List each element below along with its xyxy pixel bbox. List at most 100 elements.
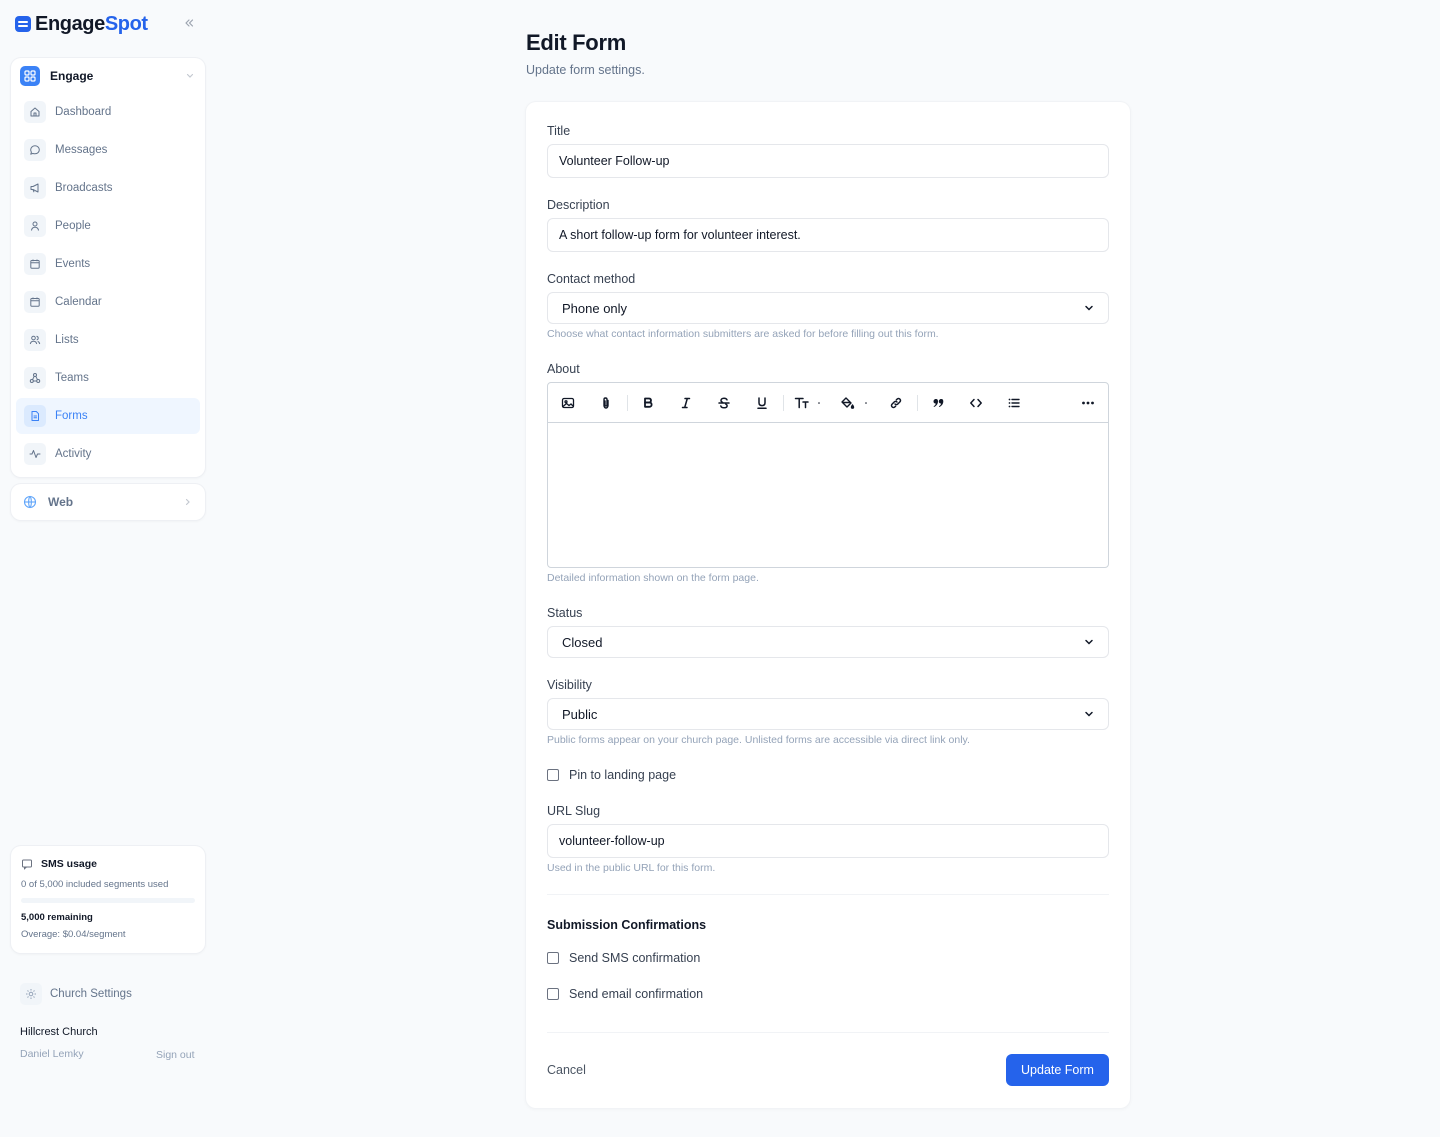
- sms-usage-card: SMS usage 0 of 5,000 included segments u…: [11, 846, 205, 953]
- url-slug-input[interactable]: [547, 824, 1109, 858]
- sidebar-item-activity[interactable]: Activity: [16, 436, 200, 472]
- chevron-down-icon: [185, 71, 195, 81]
- megaphone-icon: [24, 177, 46, 199]
- cancel-button[interactable]: Cancel: [547, 1063, 586, 1077]
- bullet-list-icon[interactable]: [1005, 394, 1023, 412]
- sidebar-item-label: Messages: [55, 144, 108, 156]
- engage-section-title: Engage: [50, 69, 94, 83]
- section-divider: [547, 894, 1109, 895]
- more-icon[interactable]: [1079, 394, 1097, 412]
- attachment-icon[interactable]: [597, 394, 615, 412]
- status-label: Status: [547, 606, 583, 620]
- sidebar-item-label: Events: [55, 258, 91, 270]
- description-input[interactable]: [547, 218, 1109, 252]
- sms-remaining: 5,000 remaining: [21, 912, 93, 923]
- update-form-button[interactable]: Update Form: [1006, 1054, 1109, 1086]
- sidebar-item-calendar[interactable]: Calendar: [16, 284, 200, 320]
- send-sms-confirmation[interactable]: Send SMS confirmation: [547, 949, 700, 967]
- footer-divider: [547, 1032, 1109, 1033]
- pin-to-landing-page[interactable]: Pin to landing page: [547, 766, 676, 784]
- italic-icon[interactable]: [677, 394, 695, 412]
- chevron-down-icon: [1084, 303, 1094, 313]
- engage-section: Engage Dashboard Messages Broadcasts Peo…: [11, 58, 205, 477]
- gear-icon: [20, 983, 42, 1005]
- globe-icon: [23, 495, 37, 509]
- quote-icon[interactable]: [929, 394, 947, 412]
- sms-usage-progress: [21, 898, 195, 903]
- sidebar-item-dashboard[interactable]: Dashboard: [16, 94, 200, 130]
- url-slug-help: Used in the public URL for this form.: [547, 862, 716, 874]
- church-settings-link[interactable]: Church Settings: [20, 983, 132, 1005]
- about-editor-body[interactable]: [548, 423, 1108, 567]
- calendar-icon: [24, 253, 46, 275]
- sidebar-item-teams[interactable]: Teams: [16, 360, 200, 396]
- message-icon: [21, 858, 33, 870]
- user-icon: [24, 215, 46, 237]
- editor-toolbar: [548, 383, 1108, 423]
- sidebar-item-label: Activity: [55, 448, 92, 460]
- chevron-down-icon: [1084, 637, 1094, 647]
- title-label: Title: [547, 124, 571, 138]
- link-icon[interactable]: [887, 394, 905, 412]
- sidebar-item-forms[interactable]: Forms: [16, 398, 200, 434]
- sidebar-item-events[interactable]: Events: [16, 246, 200, 282]
- pin-checkbox[interactable]: [547, 769, 559, 781]
- toolbar-divider: [917, 395, 918, 411]
- collapse-sidebar-button[interactable]: [179, 14, 199, 32]
- calendar-icon: [24, 291, 46, 313]
- web-section-header[interactable]: Web: [11, 484, 205, 520]
- grid-icon: [20, 66, 40, 86]
- chevrons-left-icon: [184, 18, 194, 28]
- brand-logo[interactable]: EngageSpot: [15, 12, 148, 36]
- page-title: Edit Form: [526, 30, 626, 55]
- text-size-icon[interactable]: [793, 394, 825, 412]
- web-section-title: Web: [48, 495, 74, 509]
- title-input[interactable]: [547, 144, 1109, 178]
- engage-section-header[interactable]: Engage: [20, 66, 195, 86]
- visibility-help: Public forms appear on your church page.…: [547, 734, 970, 746]
- about-help: Detailed information shown on the form p…: [547, 572, 759, 584]
- sidebar-item-label: Forms: [55, 410, 88, 422]
- send-email-confirmation[interactable]: Send email confirmation: [547, 985, 703, 1003]
- sidebar-item-label: Broadcasts: [55, 182, 113, 194]
- user-name: Daniel Lemky: [20, 1048, 84, 1060]
- pin-label: Pin to landing page: [569, 768, 677, 782]
- email-confirmation-checkbox[interactable]: [547, 988, 559, 1000]
- sidebar-item-broadcasts[interactable]: Broadcasts: [16, 170, 200, 206]
- bold-icon[interactable]: [639, 394, 657, 412]
- email-confirmation-label: Send email confirmation: [569, 987, 704, 1001]
- toolbar-divider: [627, 395, 628, 411]
- contact-method-select[interactable]: Phone only: [547, 292, 1109, 324]
- sidebar-item-label: People: [55, 220, 91, 232]
- contact-method-label: Contact method: [547, 272, 636, 286]
- about-rich-text-editor: [547, 382, 1109, 568]
- strikethrough-icon[interactable]: [715, 394, 733, 412]
- sign-out-link[interactable]: Sign out: [156, 1049, 195, 1061]
- visibility-value: Public: [562, 706, 598, 722]
- image-icon[interactable]: [559, 394, 577, 412]
- fill-color-icon[interactable]: [839, 394, 871, 412]
- chevron-down-icon: [1084, 709, 1094, 719]
- sidebar-item-lists[interactable]: Lists: [16, 322, 200, 358]
- sidebar-item-people[interactable]: People: [16, 208, 200, 244]
- url-slug-label: URL Slug: [547, 804, 601, 818]
- underline-icon[interactable]: [753, 394, 771, 412]
- contact-method-help: Choose what contact information submitte…: [547, 328, 939, 340]
- sidebar-item-label: Lists: [55, 334, 79, 346]
- sidebar-item-label: Calendar: [55, 296, 102, 308]
- users-icon: [24, 329, 46, 351]
- engage-nav: Dashboard Messages Broadcasts People Eve…: [16, 94, 200, 474]
- edit-form-card: Title Description Contact method Phone o…: [526, 102, 1130, 1108]
- home-icon: [24, 101, 46, 123]
- sms-confirmation-label: Send SMS confirmation: [569, 951, 701, 965]
- status-value: Closed: [562, 634, 603, 650]
- status-select[interactable]: Closed: [547, 626, 1109, 658]
- sidebar-item-label: Dashboard: [55, 106, 112, 118]
- sms-confirmation-checkbox[interactable]: [547, 952, 559, 964]
- toolbar-divider: [783, 395, 784, 411]
- sms-usage-text: 0 of 5,000 included segments used: [21, 879, 169, 890]
- sidebar-item-messages[interactable]: Messages: [16, 132, 200, 168]
- visibility-select[interactable]: Public: [547, 698, 1109, 730]
- chat-icon: [24, 139, 46, 161]
- code-icon[interactable]: [967, 394, 985, 412]
